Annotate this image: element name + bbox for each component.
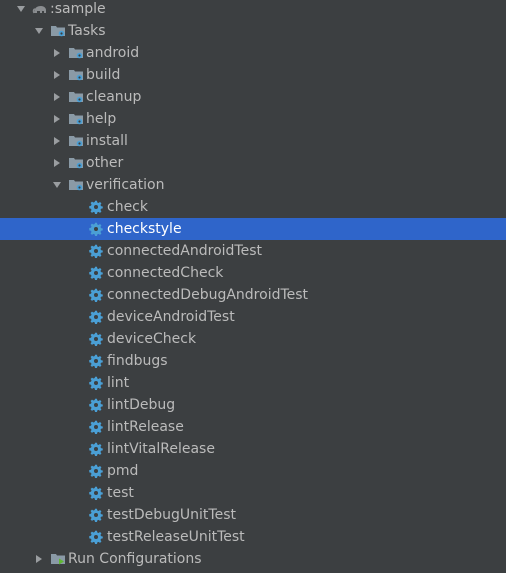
- task-label: connectedAndroidTest: [107, 243, 263, 259]
- expanded-arrow-icon[interactable]: [16, 4, 26, 14]
- task-label: pmd: [107, 463, 139, 479]
- tree-node-label: cleanup: [86, 89, 142, 105]
- tree-node-task[interactable]: lintVitalRelease: [0, 438, 506, 460]
- tree-node-task[interactable]: connectedDebugAndroidTest: [0, 284, 506, 306]
- tree-node-group-help[interactable]: help: [0, 108, 506, 130]
- collapsed-arrow-icon[interactable]: [52, 48, 62, 58]
- expanded-arrow-icon[interactable]: [34, 26, 44, 36]
- task-label: findbugs: [107, 353, 168, 369]
- collapsed-arrow-icon[interactable]: [52, 92, 62, 102]
- task-label: lintDebug: [107, 397, 176, 413]
- gear-icon: [88, 199, 104, 215]
- collapsed-arrow-icon[interactable]: [52, 158, 62, 168]
- gear-icon: [88, 243, 104, 259]
- task-label: deviceCheck: [107, 331, 197, 347]
- task-folder-icon: [68, 155, 84, 171]
- gradle-task-tree: :sample Tasks android build cleanup help…: [0, 0, 506, 573]
- task-label: check: [107, 199, 148, 215]
- tree-node-group-build[interactable]: build: [0, 64, 506, 86]
- tree-node-task[interactable]: checkstyle: [0, 218, 506, 240]
- expanded-arrow-icon[interactable]: [52, 180, 62, 190]
- task-label: test: [107, 485, 134, 501]
- task-label: connectedDebugAndroidTest: [107, 287, 309, 303]
- tree-node-label: :sample: [50, 1, 106, 17]
- tree-node-task[interactable]: deviceAndroidTest: [0, 306, 506, 328]
- collapsed-arrow-icon[interactable]: [34, 554, 44, 564]
- tree-node-group-install[interactable]: install: [0, 130, 506, 152]
- tree-node-label: help: [86, 111, 117, 127]
- task-label: connectedCheck: [107, 265, 224, 281]
- gear-icon: [88, 375, 104, 391]
- gear-icon: [88, 265, 104, 281]
- task-label: lint: [107, 375, 130, 391]
- tree-node-label: install: [86, 133, 128, 149]
- tree-node-label: verification: [86, 177, 165, 193]
- elephant-icon: [32, 1, 48, 17]
- tree-node-task[interactable]: deviceCheck: [0, 328, 506, 350]
- tree-node-group-verification[interactable]: verification: [0, 174, 506, 196]
- task-folder-icon: [68, 133, 84, 149]
- gear-icon: [88, 529, 104, 545]
- tree-node-task[interactable]: testDebugUnitTest: [0, 504, 506, 526]
- task-label: testDebugUnitTest: [107, 507, 236, 523]
- tree-node-task[interactable]: connectedAndroidTest: [0, 240, 506, 262]
- tree-node-label: build: [86, 67, 121, 83]
- task-folder-icon: [68, 177, 84, 193]
- tree-node-label: other: [86, 155, 124, 171]
- tree-node-task[interactable]: test: [0, 482, 506, 504]
- task-folder-icon: [68, 67, 84, 83]
- task-folder-icon: [68, 89, 84, 105]
- gear-icon: [88, 463, 104, 479]
- gear-icon: [88, 287, 104, 303]
- tree-node-tasks[interactable]: Tasks: [0, 20, 506, 42]
- task-label: testReleaseUnitTest: [107, 529, 245, 545]
- tree-node-group-other[interactable]: other: [0, 152, 506, 174]
- tree-node-run-configurations[interactable]: Run Configurations: [0, 548, 506, 570]
- task-folder-icon: [68, 111, 84, 127]
- tree-node-task[interactable]: pmd: [0, 460, 506, 482]
- collapsed-arrow-icon[interactable]: [52, 136, 62, 146]
- run-config-icon: [50, 551, 66, 567]
- tree-node-group-cleanup[interactable]: cleanup: [0, 86, 506, 108]
- task-label: checkstyle: [107, 221, 182, 237]
- gear-icon: [88, 441, 104, 457]
- gear-icon: [88, 353, 104, 369]
- tree-node-task[interactable]: lint: [0, 372, 506, 394]
- tree-node-label: android: [86, 45, 140, 61]
- tree-node-label: Tasks: [68, 23, 106, 39]
- tree-node-label: Run Configurations: [68, 551, 202, 567]
- gear-icon: [88, 485, 104, 501]
- tree-node-task[interactable]: lintRelease: [0, 416, 506, 438]
- tree-node-task[interactable]: check: [0, 196, 506, 218]
- gear-icon: [88, 507, 104, 523]
- tree-node-task[interactable]: lintDebug: [0, 394, 506, 416]
- gear-icon: [88, 331, 104, 347]
- tree-node-task[interactable]: connectedCheck: [0, 262, 506, 284]
- task-label: lintRelease: [107, 419, 184, 435]
- task-folder-icon: [68, 45, 84, 61]
- tree-node-group-android[interactable]: android: [0, 42, 506, 64]
- tree-node-root[interactable]: :sample: [0, 0, 506, 20]
- task-folder-icon: [50, 23, 66, 39]
- task-label: lintVitalRelease: [107, 441, 215, 457]
- collapsed-arrow-icon[interactable]: [52, 70, 62, 80]
- gear-icon: [88, 397, 104, 413]
- tree-node-task[interactable]: testReleaseUnitTest: [0, 526, 506, 548]
- gear-icon: [88, 419, 104, 435]
- tree-node-task[interactable]: findbugs: [0, 350, 506, 372]
- task-label: deviceAndroidTest: [107, 309, 235, 325]
- gear-icon: [88, 221, 104, 237]
- collapsed-arrow-icon[interactable]: [52, 114, 62, 124]
- gear-icon: [88, 309, 104, 325]
